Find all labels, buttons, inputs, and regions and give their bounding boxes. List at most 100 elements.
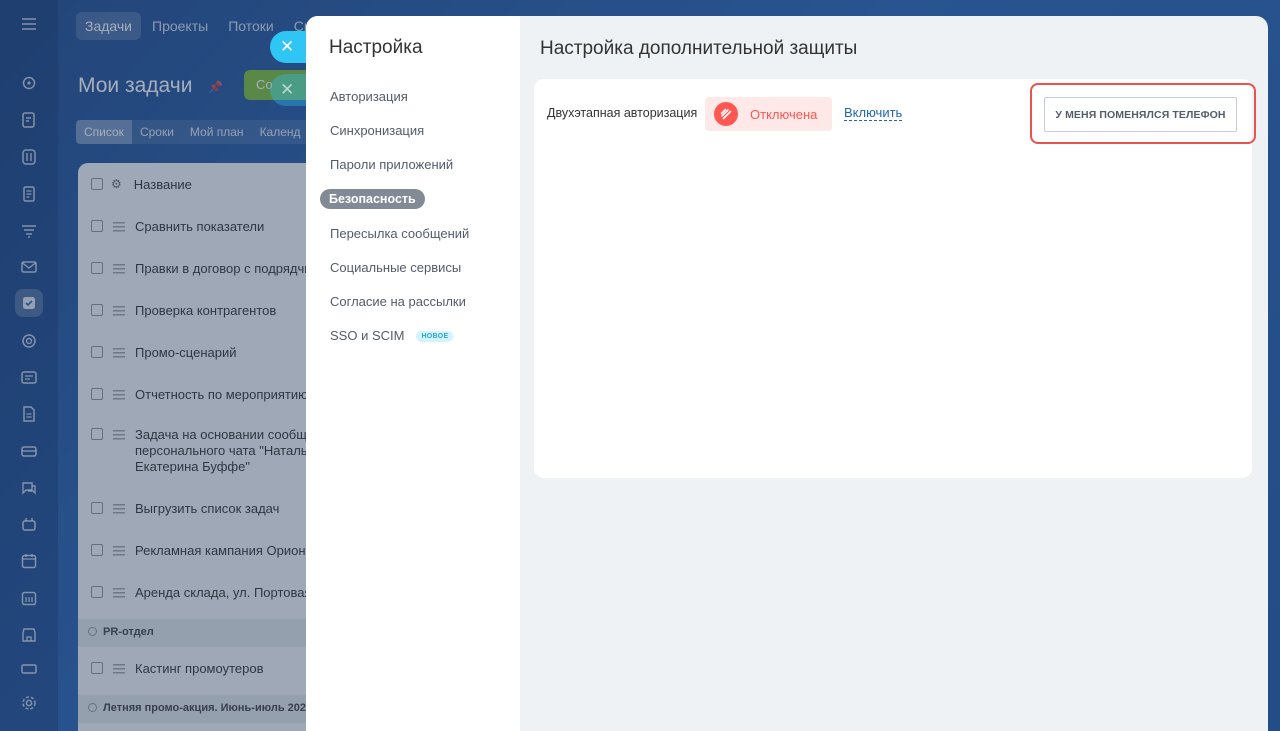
security-card: Двухэтапная авторизация Отключена Включи… (534, 79, 1256, 478)
two-factor-label: Двухэтапная авторизация (547, 106, 698, 120)
row-checkbox[interactable] (91, 502, 103, 514)
table-row[interactable]: Отчетность по мероприятию (78, 387, 338, 403)
view-tab-deadlines[interactable]: Сроки (132, 120, 182, 144)
tasks-check-icon[interactable] (15, 289, 43, 317)
pin-icon[interactable]: 📌 (208, 80, 223, 94)
task-title[interactable]: Кастинг промоутеров (135, 661, 263, 677)
drag-handle-icon[interactable] (113, 264, 125, 274)
task-title[interactable]: Правки в договор с подрядчи (135, 261, 312, 277)
menu-item-consent[interactable]: Согласие на рассылки (330, 294, 466, 309)
menu-item-sync[interactable]: Синхронизация (330, 123, 424, 138)
menu-item-app-passwords[interactable]: Пароли приложений (330, 157, 453, 172)
messages-icon[interactable] (15, 474, 43, 502)
table-row[interactable]: Кастинг промоутеров (78, 661, 338, 677)
menu-item-authorization[interactable]: Авторизация (330, 89, 408, 104)
inbox-icon[interactable] (15, 437, 43, 465)
task-title[interactable]: Промо-сценарий (135, 345, 237, 361)
box-icon[interactable] (15, 655, 43, 683)
drag-handle-icon[interactable] (113, 664, 125, 674)
drive-icon[interactable] (15, 143, 43, 171)
table-row[interactable]: Сравнить показатели (78, 219, 338, 235)
row-checkbox[interactable] (91, 388, 103, 400)
select-all-checkbox[interactable] (91, 178, 103, 190)
table-row[interactable]: Рекламная кампания Орион (78, 543, 338, 559)
filter-icon[interactable] (15, 217, 43, 245)
table-row[interactable]: Промо-сценарий (78, 345, 338, 361)
menu-item-forwarding[interactable]: Пересылка сообщений (330, 226, 469, 241)
table-header: ⚙ Название (78, 177, 338, 193)
menu-item-label: SSO и SCIM (330, 328, 405, 343)
drag-handle-icon[interactable] (113, 306, 125, 316)
drag-handle-icon[interactable] (113, 430, 125, 440)
drag-handle-icon[interactable] (113, 504, 125, 514)
chat-icon[interactable] (15, 364, 43, 392)
robot-icon[interactable] (15, 510, 43, 538)
drag-handle-icon[interactable] (113, 222, 125, 232)
task-title[interactable]: Аренда склада, ул. Портовая, (135, 585, 315, 601)
table-row[interactable]: Аренда склада, ул. Портовая, (78, 585, 338, 601)
close-previous-slider-button[interactable]: ✕ (270, 74, 306, 106)
feed-icon[interactable] (15, 69, 43, 97)
status-text: Отключена (750, 106, 818, 122)
store-icon[interactable] (15, 621, 43, 649)
table-row[interactable]: Задача на основании сообще персонального… (78, 427, 338, 475)
nav-tab-projects[interactable]: Проекты (143, 12, 217, 40)
enable-link[interactable]: Включить (844, 106, 903, 121)
row-checkbox[interactable] (91, 304, 103, 316)
tasks-edit-icon[interactable] (15, 106, 43, 134)
drag-handle-icon[interactable] (113, 546, 125, 556)
file-icon[interactable] (15, 400, 43, 428)
view-tab-list[interactable]: Список (76, 120, 132, 144)
settings-side-menu: Настройка Авторизация Синхронизация Паро… (306, 16, 520, 731)
new-badge: НОВОЕ (416, 331, 454, 342)
calendar-grid-icon[interactable] (15, 584, 43, 612)
page-title: Мои задачи (78, 74, 193, 97)
menu-item-sso-scim[interactable]: SSO и SCIM НОВОЕ (330, 328, 454, 343)
menu-item-social[interactable]: Социальные сервисы (330, 260, 461, 275)
menu-item-security[interactable]: Безопасность (320, 189, 425, 209)
menu-icon[interactable] (15, 10, 43, 38)
content-title: Настройка дополнительной защиты (540, 38, 858, 59)
close-icon: ✕ (280, 37, 295, 56)
row-checkbox[interactable] (91, 346, 103, 358)
view-tab-calendar[interactable]: Календ (252, 120, 309, 144)
group-header[interactable]: Летняя промо-акция. Июнь-июль 202 (78, 695, 338, 723)
task-title[interactable]: Проверка контрагентов (135, 303, 276, 319)
task-title[interactable]: Сравнить показатели (135, 219, 264, 235)
table-row[interactable]: Правки в договор с подрядчи (78, 261, 338, 277)
task-title[interactable]: Задача на основании сообще персонального… (135, 427, 315, 475)
drag-handle-icon[interactable] (113, 348, 125, 358)
status-badge: Отключена (705, 97, 832, 131)
row-checkbox[interactable] (91, 586, 103, 598)
task-title[interactable]: Выгрузить список задач (135, 501, 279, 517)
table-row[interactable]: Проверка контрагентов (78, 303, 338, 319)
close-slider-button[interactable]: ✕ (270, 31, 306, 63)
task-title[interactable]: Рекламная кампания Орион (135, 543, 306, 559)
settings-icon[interactable] (15, 689, 43, 717)
group-title: Летняя промо-акция. Июнь-июль 202 (103, 702, 307, 714)
collapse-icon[interactable] (88, 627, 97, 636)
view-tab-my-plan[interactable]: Мой план (182, 120, 252, 144)
row-checkbox[interactable] (91, 262, 103, 274)
settings-slider: Настройка Авторизация Синхронизация Паро… (306, 16, 1268, 731)
settings-title: Настройка (329, 37, 423, 58)
view-tabs: Список Сроки Мой план Календ (76, 120, 309, 144)
document-icon[interactable] (15, 180, 43, 208)
mail-icon[interactable] (15, 253, 43, 281)
row-checkbox[interactable] (91, 220, 103, 232)
row-checkbox[interactable] (91, 544, 103, 556)
table-row[interactable]: Выгрузить список задач (78, 501, 338, 517)
group-header[interactable]: PR-отдел (78, 619, 338, 647)
drag-handle-icon[interactable] (113, 390, 125, 400)
drag-handle-icon[interactable] (113, 588, 125, 598)
row-checkbox[interactable] (91, 662, 103, 674)
phone-changed-button[interactable]: У МЕНЯ ПОМЕНЯЛСЯ ТЕЛЕФОН (1044, 97, 1237, 132)
gear-icon[interactable]: ⚙ (111, 177, 122, 191)
row-checkbox[interactable] (91, 428, 103, 440)
collapse-icon[interactable] (88, 703, 97, 712)
target-icon[interactable] (15, 327, 43, 355)
task-title[interactable]: Отчетность по мероприятию (135, 387, 308, 403)
group-title: PR-отдел (103, 626, 154, 638)
nav-tab-tasks[interactable]: Задачи (76, 12, 142, 40)
calendar-icon[interactable] (15, 547, 43, 575)
